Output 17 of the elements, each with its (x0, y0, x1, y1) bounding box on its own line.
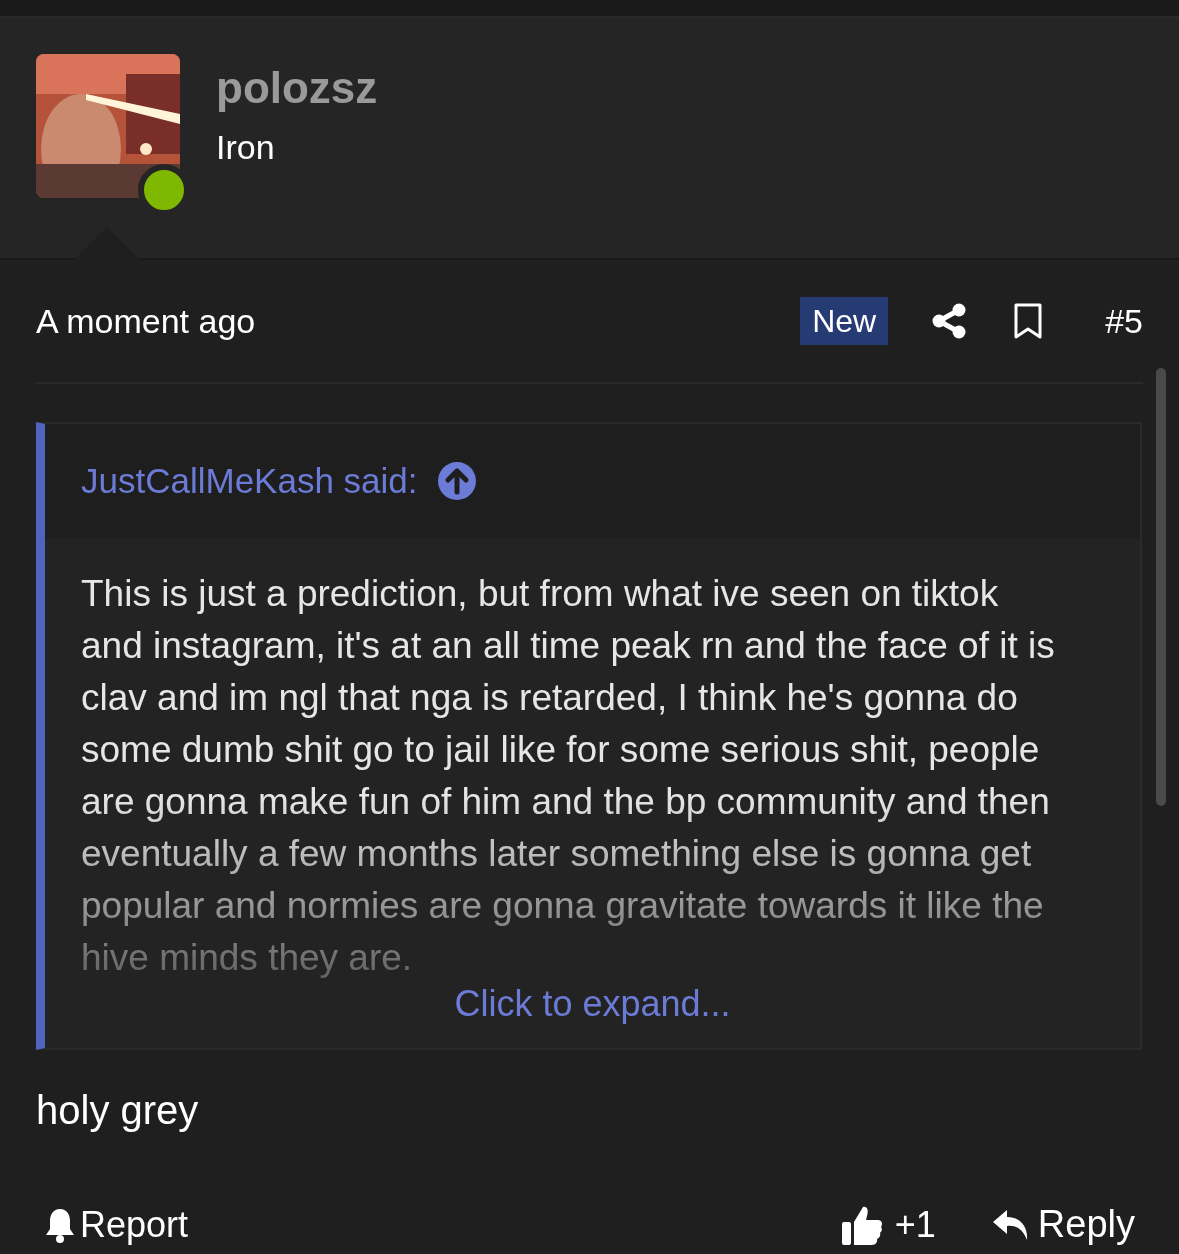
expand-link[interactable]: Click to expand... (454, 984, 731, 1024)
new-badge: New (800, 297, 889, 345)
post-number[interactable]: #5 (1105, 295, 1143, 347)
share-icon[interactable] (932, 303, 967, 339)
bell-icon (44, 1206, 76, 1243)
reply-button[interactable]: Reply (991, 1196, 1135, 1253)
reply-arrow-icon (991, 1207, 1030, 1242)
user-rank: Iron (216, 127, 276, 168)
quote-text: This is just a prediction, but from what ive seen on tiktok and instagram, it's at an all time peak rn and the face of it is clav and im ngl that nga is retarded, I think he's gonna do some dumb shit go to jail like for some serious shit, people are gonna make fun of him and the bp community and then eventually a few months later something else is gonna get popular and normies are gonna gravitate towards it like the hive minds they are. (81, 572, 1056, 980)
report-button[interactable]: Report (44, 1197, 841, 1252)
username[interactable]: polozsz (216, 58, 378, 118)
like-button[interactable]: +1 (840, 1197, 936, 1252)
post-message: holy grey (35, 1087, 200, 1134)
bookmark-icon[interactable] (1014, 303, 1043, 339)
scrollbar[interactable] (1156, 368, 1166, 806)
quote-author[interactable]: JustCallMeKash said: (81, 454, 418, 508)
post-time: A moment ago (36, 300, 257, 342)
